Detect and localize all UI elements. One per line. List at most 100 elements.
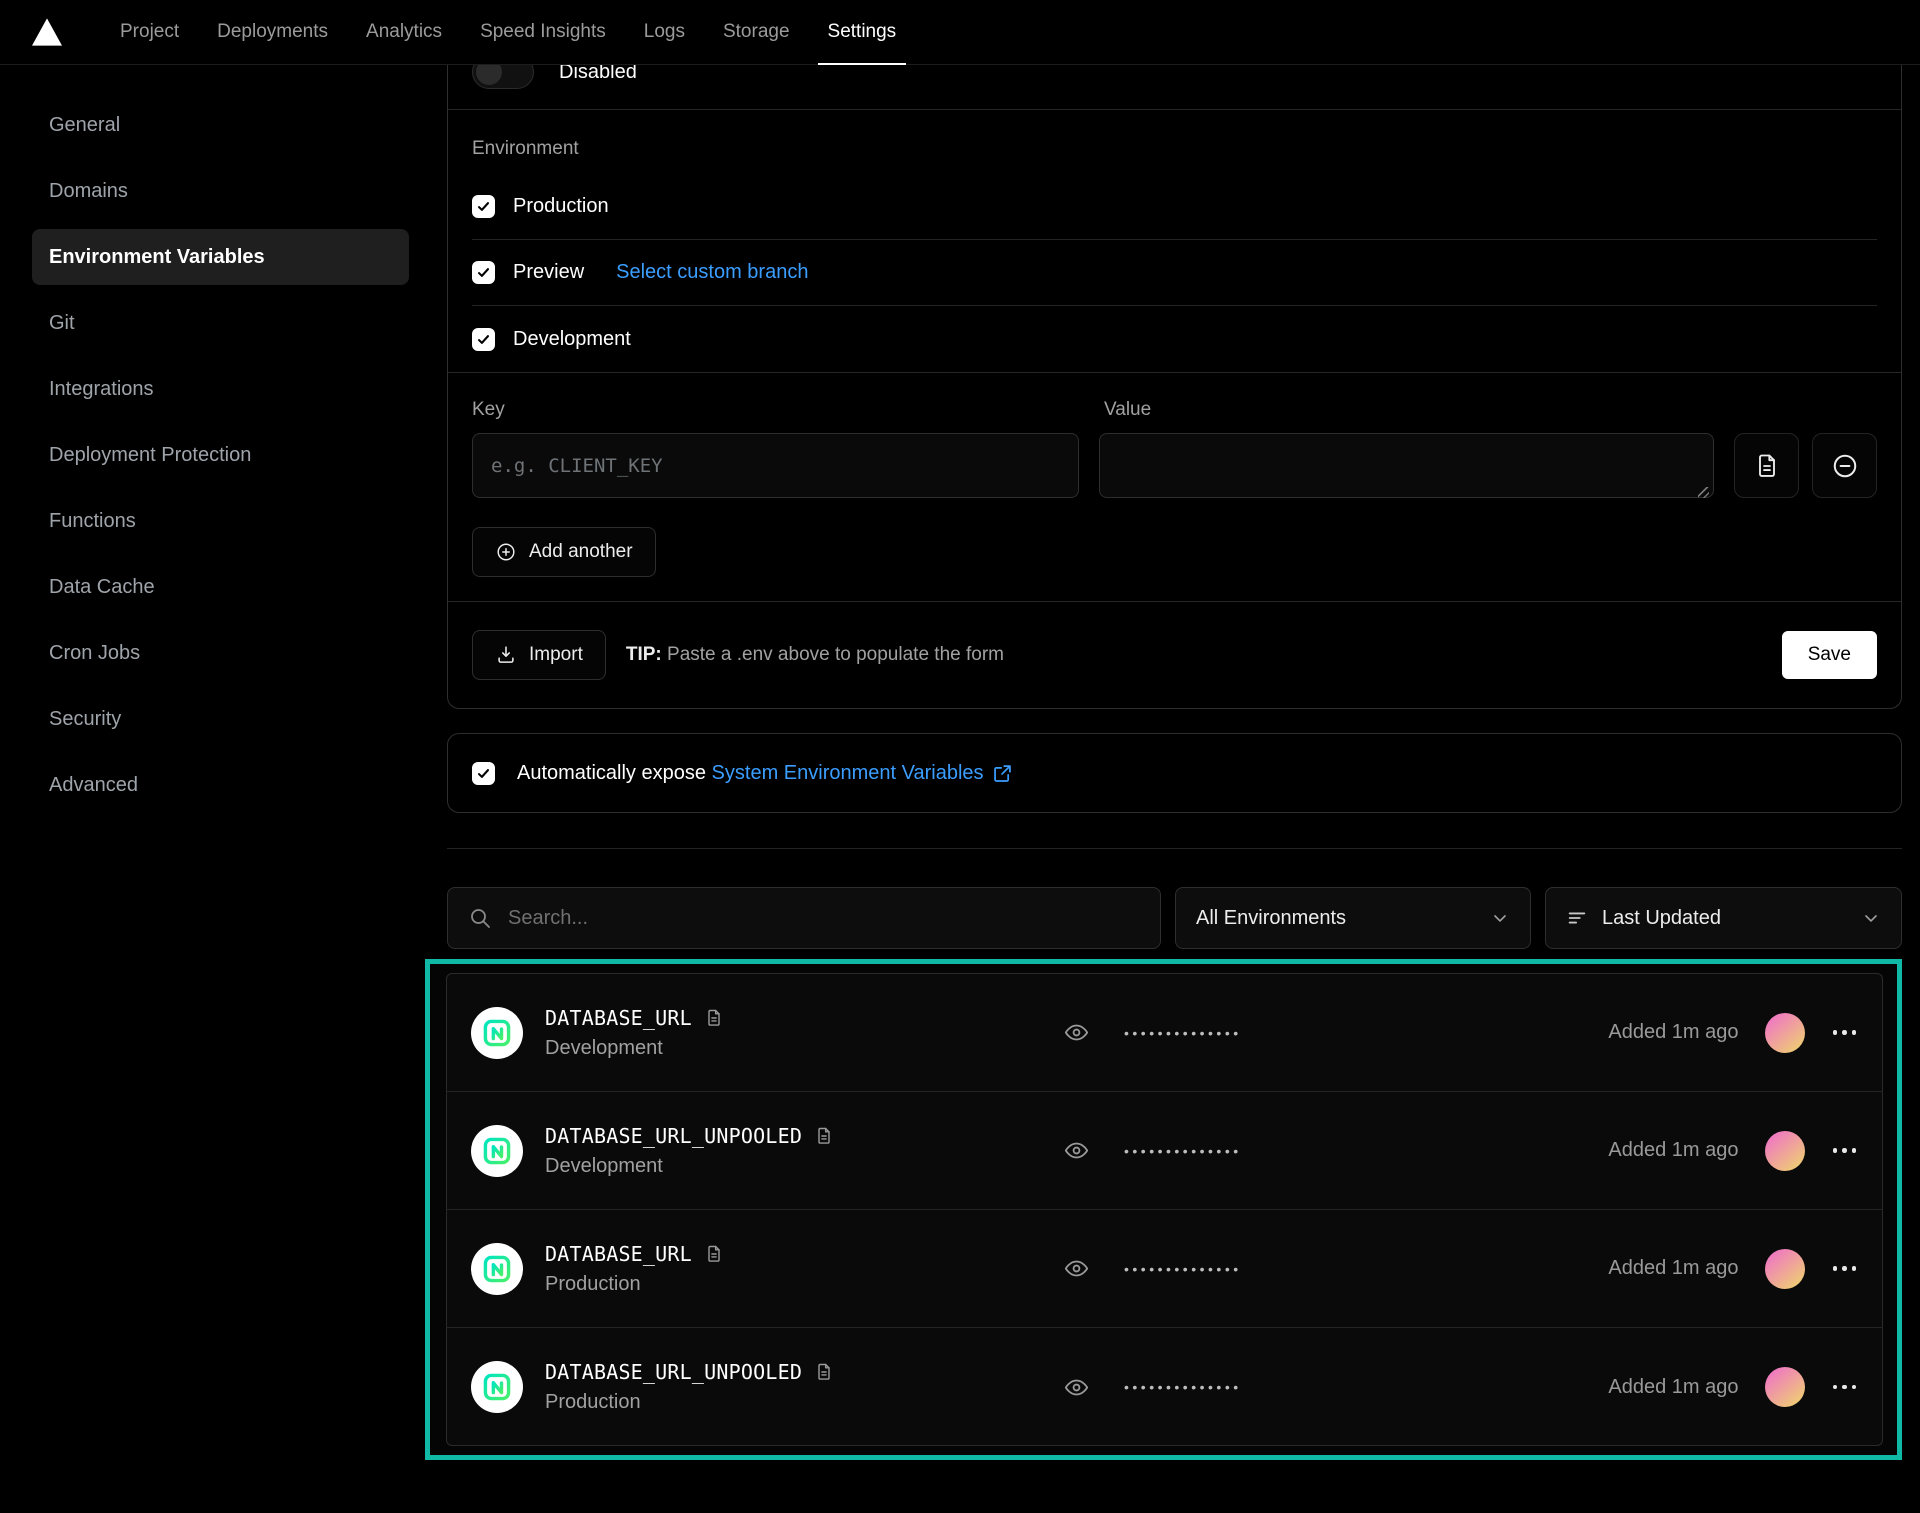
env-var-list: DATABASE_URL Development •••••••••••••• … xyxy=(446,973,1883,1446)
tab-analytics[interactable]: Analytics xyxy=(360,0,448,64)
env-var-row[interactable]: DATABASE_URL_UNPOOLED Development ••••••… xyxy=(447,1092,1882,1210)
card-footer: Import TIP: Paste a .env above to popula… xyxy=(448,602,1901,708)
environment-row-preview: Preview Select custom branch xyxy=(472,240,1877,306)
tab-logs[interactable]: Logs xyxy=(638,0,691,64)
note-icon xyxy=(814,1125,834,1147)
note-icon xyxy=(814,1361,834,1383)
added-timestamp: Added 1m ago xyxy=(1608,1257,1738,1280)
sidebar-item-deployment-protection[interactable]: Deployment Protection xyxy=(32,427,409,483)
sort-icon xyxy=(1566,907,1588,929)
added-timestamp: Added 1m ago xyxy=(1608,1376,1738,1399)
user-avatar xyxy=(1765,1249,1805,1289)
value-input[interactable] xyxy=(1099,433,1714,498)
environment-row-development: Development xyxy=(472,306,1877,372)
vercel-logo-icon[interactable] xyxy=(30,17,64,47)
tab-speed-insights[interactable]: Speed Insights xyxy=(474,0,612,64)
import-button[interactable]: Import xyxy=(472,630,606,680)
production-label: Production xyxy=(513,195,609,218)
add-another-label: Add another xyxy=(529,541,633,563)
row-actions-menu[interactable] xyxy=(1831,1024,1859,1041)
eye-icon[interactable] xyxy=(1063,1374,1090,1401)
add-variable-card: Disabled Environment Production Preview … xyxy=(447,40,1902,709)
sidebar-item-integrations[interactable]: Integrations xyxy=(32,361,409,417)
user-avatar xyxy=(1765,1013,1805,1053)
sidebar-item-security[interactable]: Security xyxy=(32,691,409,747)
masked-value: •••••••••••••• xyxy=(1124,1379,1242,1395)
note-icon xyxy=(704,1007,724,1029)
row-actions-menu[interactable] xyxy=(1831,1379,1859,1396)
row-actions-menu[interactable] xyxy=(1831,1260,1859,1277)
eye-icon[interactable] xyxy=(1063,1137,1090,1164)
row-meta: Added 1m ago xyxy=(1608,1013,1858,1053)
added-timestamp: Added 1m ago xyxy=(1608,1139,1738,1162)
sidebar-item-git[interactable]: Git xyxy=(32,295,409,351)
sidebar-item-general[interactable]: General xyxy=(32,97,409,153)
system-env-card: Automatically expose System Environment … xyxy=(447,733,1902,813)
expose-text: Automatically expose System Environment … xyxy=(517,762,1013,785)
system-env-variables-link[interactable]: System Environment Variables xyxy=(712,762,1013,785)
env-var-environment: Production xyxy=(545,1273,724,1296)
value-label: Value xyxy=(1104,399,1151,421)
sidebar-item-functions[interactable]: Functions xyxy=(32,493,409,549)
key-value-section: Key Value xyxy=(448,373,1901,601)
select-custom-branch-link[interactable]: Select custom branch xyxy=(616,261,808,284)
tab-settings[interactable]: Settings xyxy=(822,0,903,64)
env-var-key: DATABASE_URL_UNPOOLED xyxy=(545,1360,802,1384)
save-button[interactable]: Save xyxy=(1782,631,1877,679)
row-identity: DATABASE_URL Development xyxy=(471,1006,1063,1060)
checkbox-preview[interactable] xyxy=(472,261,495,284)
checkbox-system-env[interactable] xyxy=(472,762,495,785)
tab-storage[interactable]: Storage xyxy=(717,0,796,64)
search-input[interactable] xyxy=(508,907,1140,930)
row-meta: Added 1m ago xyxy=(1608,1367,1858,1407)
search-box xyxy=(447,887,1161,949)
external-link-icon xyxy=(992,763,1013,784)
search-icon xyxy=(468,906,492,930)
env-var-key: DATABASE_URL xyxy=(545,1006,692,1030)
top-navigation: Project Deployments Analytics Speed Insi… xyxy=(0,0,1920,65)
environment-filter-select[interactable]: All Environments xyxy=(1175,887,1531,949)
row-meta: Added 1m ago xyxy=(1608,1249,1858,1289)
env-var-key: DATABASE_URL xyxy=(545,1242,692,1266)
chevron-down-icon xyxy=(1490,908,1510,928)
sidebar-item-advanced[interactable]: Advanced xyxy=(32,757,409,813)
eye-icon[interactable] xyxy=(1063,1255,1090,1282)
settings-sidebar: General Domains Environment Variables Gi… xyxy=(32,97,409,823)
vercel-settings-page: Project Deployments Analytics Speed Insi… xyxy=(0,0,1920,1513)
key-input[interactable] xyxy=(472,433,1079,498)
env-var-environment: Production xyxy=(545,1391,834,1414)
row-value: •••••••••••••• xyxy=(1063,1137,1242,1164)
tab-deployments[interactable]: Deployments xyxy=(211,0,334,64)
environment-row-production: Production xyxy=(472,174,1877,240)
env-var-row[interactable]: DATABASE_URL Production •••••••••••••• A… xyxy=(447,1210,1882,1328)
sidebar-item-environment-variables[interactable]: Environment Variables xyxy=(32,229,409,285)
row-meta: Added 1m ago xyxy=(1608,1131,1858,1171)
remove-row-button[interactable] xyxy=(1812,433,1877,498)
development-label: Development xyxy=(513,328,631,351)
eye-icon[interactable] xyxy=(1063,1019,1090,1046)
masked-value: •••••••••••••• xyxy=(1124,1261,1242,1277)
paste-env-file-button[interactable] xyxy=(1734,433,1799,498)
sidebar-item-domains[interactable]: Domains xyxy=(32,163,409,219)
sort-select[interactable]: Last Updated xyxy=(1545,887,1902,949)
sidebar-item-data-cache[interactable]: Data Cache xyxy=(32,559,409,615)
tab-project[interactable]: Project xyxy=(114,0,185,64)
user-avatar xyxy=(1765,1367,1805,1407)
checkbox-production[interactable] xyxy=(472,195,495,218)
add-another-button[interactable]: Add another xyxy=(472,527,656,577)
env-var-row[interactable]: DATABASE_URL_UNPOOLED Production •••••••… xyxy=(447,1328,1882,1446)
neon-integration-icon xyxy=(471,1243,523,1295)
value-input-wrap xyxy=(1099,433,1714,503)
masked-value: •••••••••••••• xyxy=(1124,1025,1242,1041)
row-value: •••••••••••••• xyxy=(1063,1255,1242,1282)
checkbox-development[interactable] xyxy=(472,328,495,351)
tip-text: TIP: Paste a .env above to populate the … xyxy=(626,644,1004,666)
key-label: Key xyxy=(472,399,1104,421)
sidebar-item-cron-jobs[interactable]: Cron Jobs xyxy=(32,625,409,681)
neon-integration-icon xyxy=(471,1007,523,1059)
import-label: Import xyxy=(529,644,583,666)
added-timestamp: Added 1m ago xyxy=(1608,1021,1738,1044)
env-var-row[interactable]: DATABASE_URL Development •••••••••••••• … xyxy=(447,974,1882,1092)
nav-tabs: Project Deployments Analytics Speed Insi… xyxy=(88,0,902,64)
row-actions-menu[interactable] xyxy=(1831,1142,1859,1159)
